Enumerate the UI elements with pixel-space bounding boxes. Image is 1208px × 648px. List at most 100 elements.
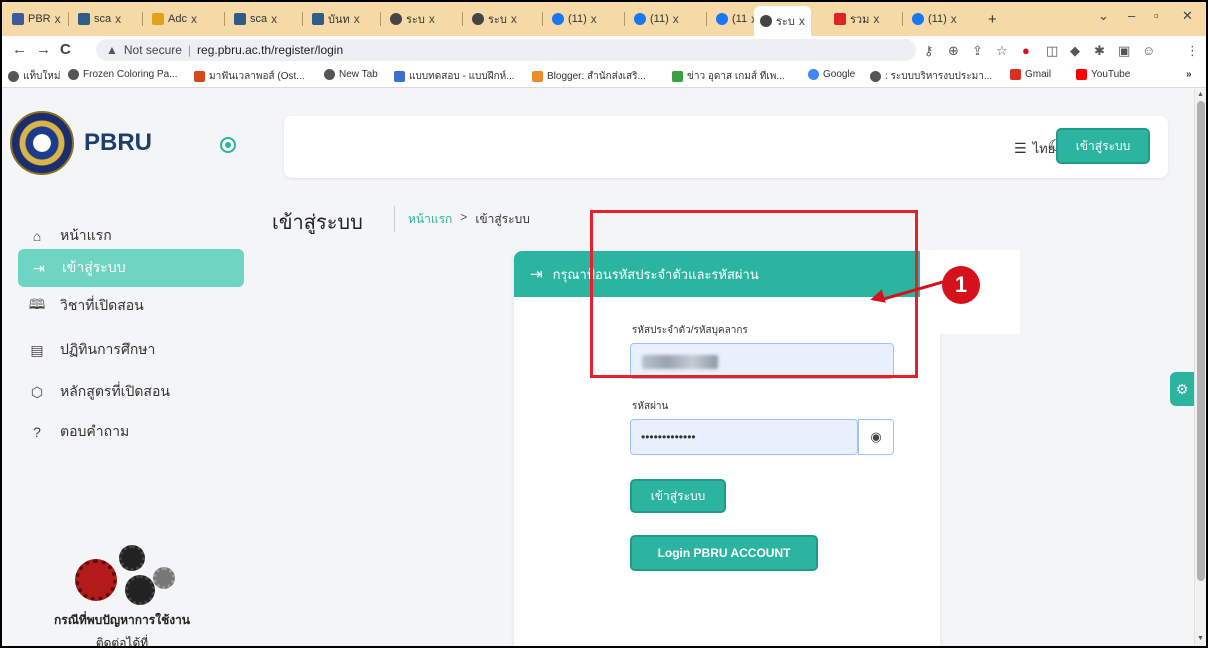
close-icon[interactable]: x [799,14,805,28]
tab-favicon [760,15,772,27]
close-icon[interactable]: x [511,12,517,26]
tab-12[interactable]: (11) x [906,8,963,30]
close-icon[interactable]: x [191,12,197,26]
close-icon[interactable]: x [873,12,879,26]
tab-11[interactable]: รวม x [828,8,885,30]
bookmark[interactable]: Frozen Coloring Pa... [68,69,178,80]
close-icon[interactable]: x [354,12,360,26]
sidebar-item-label: วิชาที่เปิดสอน [60,297,144,313]
tab-title: sca [250,13,268,25]
header-login-button[interactable]: เข้าสู่ระบบ [1056,128,1150,164]
sidebar-item-login[interactable]: ⇥ เข้าสู่ระบบ [18,249,244,287]
sidebar-item-courses[interactable]: 🕮 วิชาที่เปิดสอน [16,287,242,325]
forward-icon[interactable]: → [36,41,51,58]
scroll-down-icon[interactable]: ▼ [1197,635,1204,642]
adblock-icon[interactable]: ● [1022,43,1030,58]
vertical-scrollbar[interactable]: ▲ ▼ [1194,89,1206,646]
university-logo [10,111,74,175]
tab-favicon [834,13,846,25]
maximize-icon[interactable]: ▫ [1154,8,1159,23]
share-icon[interactable]: ⇪ [972,43,983,59]
toolbar: ← → C ▲ Not secure | reg.pbru.ac.th/regi… [2,36,1206,64]
help-title: กรณีที่พบปัญหาการใช้งาน [53,613,191,627]
breadcrumb-home-link[interactable]: หน้าแรก [408,210,452,229]
tab-6[interactable]: ระบ x [466,8,523,30]
back-icon[interactable]: ← [12,41,27,58]
close-icon[interactable]: x [673,12,679,26]
bookmark[interactable]: Google [808,69,855,80]
tab-4[interactable]: บันท x [306,8,366,30]
scrollbar-thumb[interactable] [1197,101,1205,581]
bookmark-label: Google [823,69,856,80]
sidepanel-icon[interactable]: ▣ [1118,43,1130,59]
close-icon[interactable]: x [591,12,597,26]
close-icon[interactable]: x [429,12,435,26]
tab-10-active[interactable]: ระบ x [754,6,811,36]
tab-2[interactable]: Adc x [146,8,203,30]
bookmark-label: แบบทดสอบ - แบบฝึกห์... [409,71,515,82]
profile-icon[interactable]: ☺ [1142,43,1155,58]
more-bookmarks-icon[interactable]: » [1186,69,1192,80]
calendar-icon: ▤ [30,341,44,358]
reload-icon[interactable]: C [60,41,71,58]
password-field[interactable]: ••••••••••••• [630,419,858,455]
pbru-account-login-button[interactable]: Login PBRU ACCOUNT [630,535,818,571]
tab-1[interactable]: sca x [72,8,127,30]
tab-favicon [716,13,728,25]
close-icon[interactable]: x [55,12,61,26]
bookmark[interactable]: ข่าว อุดาส เกมส์ ทีเพ... [672,69,785,84]
tab-7[interactable]: (11) x [546,8,603,30]
globe-icon [324,69,335,80]
bookmark[interactable]: มาฟันเวลาพอส์ (Ost... [194,69,305,84]
close-icon[interactable]: x [951,12,957,26]
brand[interactable]: PBRU [10,111,152,175]
sidebar-item-faq[interactable]: ? ตอบคำถาม [16,413,242,451]
tab-5[interactable]: ระบ x [384,8,441,30]
tab-0[interactable]: PBR x [6,8,67,30]
tab-8[interactable]: (11) x [628,8,685,30]
settings-gear-icon[interactable]: ⚙ [1170,372,1194,406]
bookmark[interactable]: YouTube [1076,69,1130,80]
scroll-up-icon[interactable]: ▲ [1197,91,1204,98]
close-icon[interactable]: x [115,12,121,26]
tab-favicon [634,13,646,25]
bookmark[interactable]: แท็บใหม่ [8,69,60,84]
tab-favicon [390,13,402,25]
extension-icon[interactable]: ◫ [1046,43,1058,59]
bookmark[interactable]: Gmail [1010,69,1051,80]
bookmark[interactable]: Blogger: สำนักส่งเสริ... [532,69,646,84]
extension-icon[interactable]: ◆ [1070,43,1080,59]
bookmark[interactable]: New Tab [324,69,378,80]
sidebar-item-curriculum[interactable]: ⬡ หลักสูตรที่เปิดสอน [16,373,242,411]
sidebar-item-calendar[interactable]: ▤ ปฏิทินการศึกษา [16,331,242,369]
extensions-puzzle-icon[interactable]: ✱ [1094,43,1105,59]
sidebar-toggle-icon[interactable] [220,137,236,153]
breadcrumb: หน้าแรก > เข้าสู่ระบบ [408,210,530,229]
window-close-icon[interactable]: ✕ [1182,8,1193,24]
url-separator: | [187,43,192,57]
key-icon[interactable]: ⚷ [924,43,934,59]
show-password-icon[interactable]: ◉ [858,419,894,455]
bookmark-label: : ระบบบริหารงบประมา... [885,71,993,82]
browser-window: PBR x sca x Adc x sca x บันท x ระบ x ระบ x (11)… [2,2,1206,646]
minimize-icon[interactable]: – [1128,8,1135,23]
not-secure-label: Not secure [123,43,182,57]
help-contact[interactable]: กรณีที่พบปัญหาการใช้งาน ติดต่อได้ที่ [32,541,212,646]
help-subtitle: ติดต่อได้ที่ [95,636,149,646]
tab-title: ระบ [488,14,507,26]
tab-search-icon[interactable]: ⌄ [1098,8,1109,24]
zoom-icon[interactable]: ⊕ [948,43,959,59]
bookmark[interactable]: แบบทดสอบ - แบบฝึกห์... [394,69,515,84]
address-bar[interactable]: ▲ Not secure | reg.pbru.ac.th/register/l… [96,39,916,61]
annotation-step-marker: 1 [942,266,980,304]
top-header: ☰ ไทย ☾ เข้าสู่ระบบ [284,116,1168,178]
menu-icon[interactable]: ⋮ [1186,43,1199,59]
bookmark-star-icon[interactable]: ☆ [996,43,1008,59]
warning-icon[interactable]: ▲ [106,43,118,57]
login-submit-button[interactable]: เข้าสู่ระบบ [630,479,726,513]
new-tab-button[interactable]: + [982,8,1003,30]
close-icon[interactable]: x [271,12,277,26]
tab-3[interactable]: sca x [228,8,283,30]
bookmark[interactable]: : ระบบบริหารงบประมา... [870,69,992,84]
sidebar-item-label: หลักสูตรที่เปิดสอน [60,383,170,399]
